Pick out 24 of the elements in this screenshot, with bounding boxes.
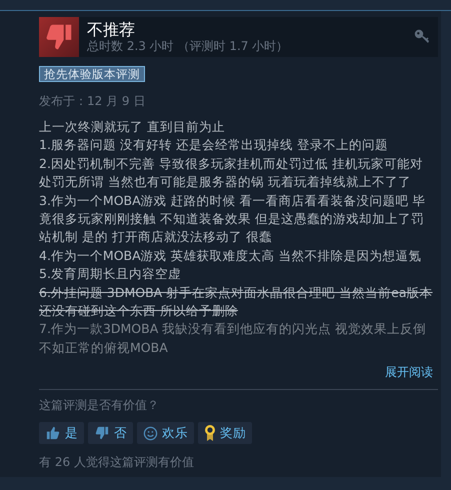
smiley-icon	[143, 426, 158, 441]
verdict-title: 不推荐	[87, 20, 136, 38]
review-paragraph: 1.服务器问题 没有好转 还是会经常出现掉线 登录不上的问题	[39, 136, 389, 154]
review-paragraph: 6.外挂问题 3DMOBA 射手在家点对面水晶很合理吧 当然当前ea版本还没有碰到这个东西 所以给予删除	[39, 284, 433, 320]
review-paragraph: 4.作为一个MOBA游戏 英雄获取难度太高 当然不排除是因为想逼氪	[39, 246, 423, 265]
helpful-count: 有 26 人觉得这篇评测有价值	[39, 454, 195, 472]
review-paragraph: 2.因处罚机制不完善 导致很多玩家挂机而处罚过低 挂机玩家可能对处罚无所谓 当然也有可能是服务器的锅 玩着玩着掉线就上不了了	[39, 154, 424, 192]
early-access-tag: 抢先体验版本评测	[39, 66, 145, 82]
review-paragraph: 上一次终测就玩了 直到目前为止	[39, 118, 226, 136]
no-button[interactable]: 否	[88, 422, 133, 444]
playtime-text: 总时数 2.3 小时 （评测时 1.7 小时）	[87, 38, 290, 54]
helpful-question: 这篇评测是否有价值？	[39, 397, 160, 414]
review-paragraph: 5.发育周期长且内容空虚	[39, 265, 182, 284]
award-icon	[204, 424, 216, 442]
yes-button[interactable]: 是	[39, 422, 84, 444]
award-button[interactable]: 奖励	[198, 422, 252, 444]
review-paragraph: 3.作为一个MOBA游戏 赶路的时候 看一看商店看看装备没问题吧 毕竟很多玩家刚刚接触 不知道装备效果 但是这愚蠢的游戏却加上了罚站机制 是的 打开商店就没法移动了 很蠢	[39, 192, 427, 246]
posted-date: 发布于：12 月 9 日	[39, 93, 146, 110]
thumbs-up-icon	[45, 425, 61, 442]
thumbs-down-icon	[94, 425, 110, 442]
key-icon	[414, 29, 430, 45]
funny-button[interactable]: 欢乐	[137, 422, 194, 444]
review-paragraph: 7.作为一款3DMOBA 我缺没有看到他应有的闪光点 视觉效果上反倒不如正常的俯视MOBA	[39, 320, 428, 357]
expand-link[interactable]: 展开阅读	[385, 365, 433, 380]
